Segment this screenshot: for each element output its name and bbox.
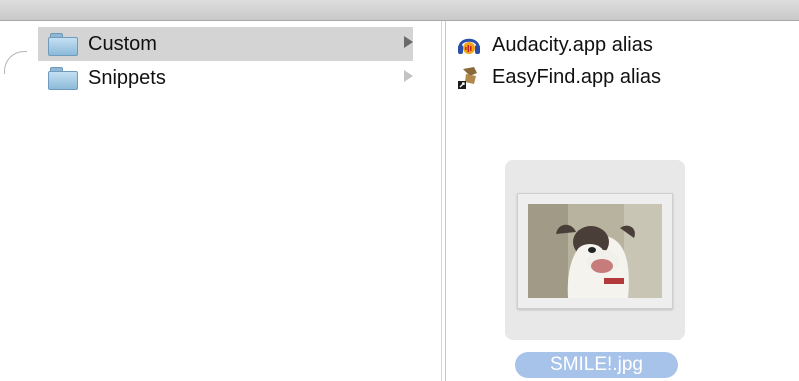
window-title-strip [0,0,799,21]
filename-label[interactable]: SMILE!.jpg [515,352,678,378]
file-row-easyfind[interactable]: EasyFind.app alias [456,62,661,92]
scroll-corner [4,51,27,74]
photo-frame [517,193,673,309]
audacity-icon [458,38,480,54]
folder-label: Custom [88,32,157,55]
file-preview[interactable] [505,160,685,340]
filename-text: SMILE!.jpg [550,354,643,375]
folder-icon [48,67,78,90]
folder-row-snippets[interactable]: Snippets [38,61,413,95]
disclosure-arrow-icon [404,70,413,82]
dog-photo-thumbnail [528,204,662,298]
file-row-audacity[interactable]: Audacity.app alias [456,30,653,60]
file-label: EasyFind.app alias [492,65,661,88]
folder-row-custom[interactable]: Custom [38,27,413,61]
file-label: Audacity.app alias [492,33,653,56]
folder-icon [48,33,78,56]
easyfind-icon [458,67,477,89]
disclosure-arrow-icon [404,36,413,48]
folder-label: Snippets [88,66,166,89]
